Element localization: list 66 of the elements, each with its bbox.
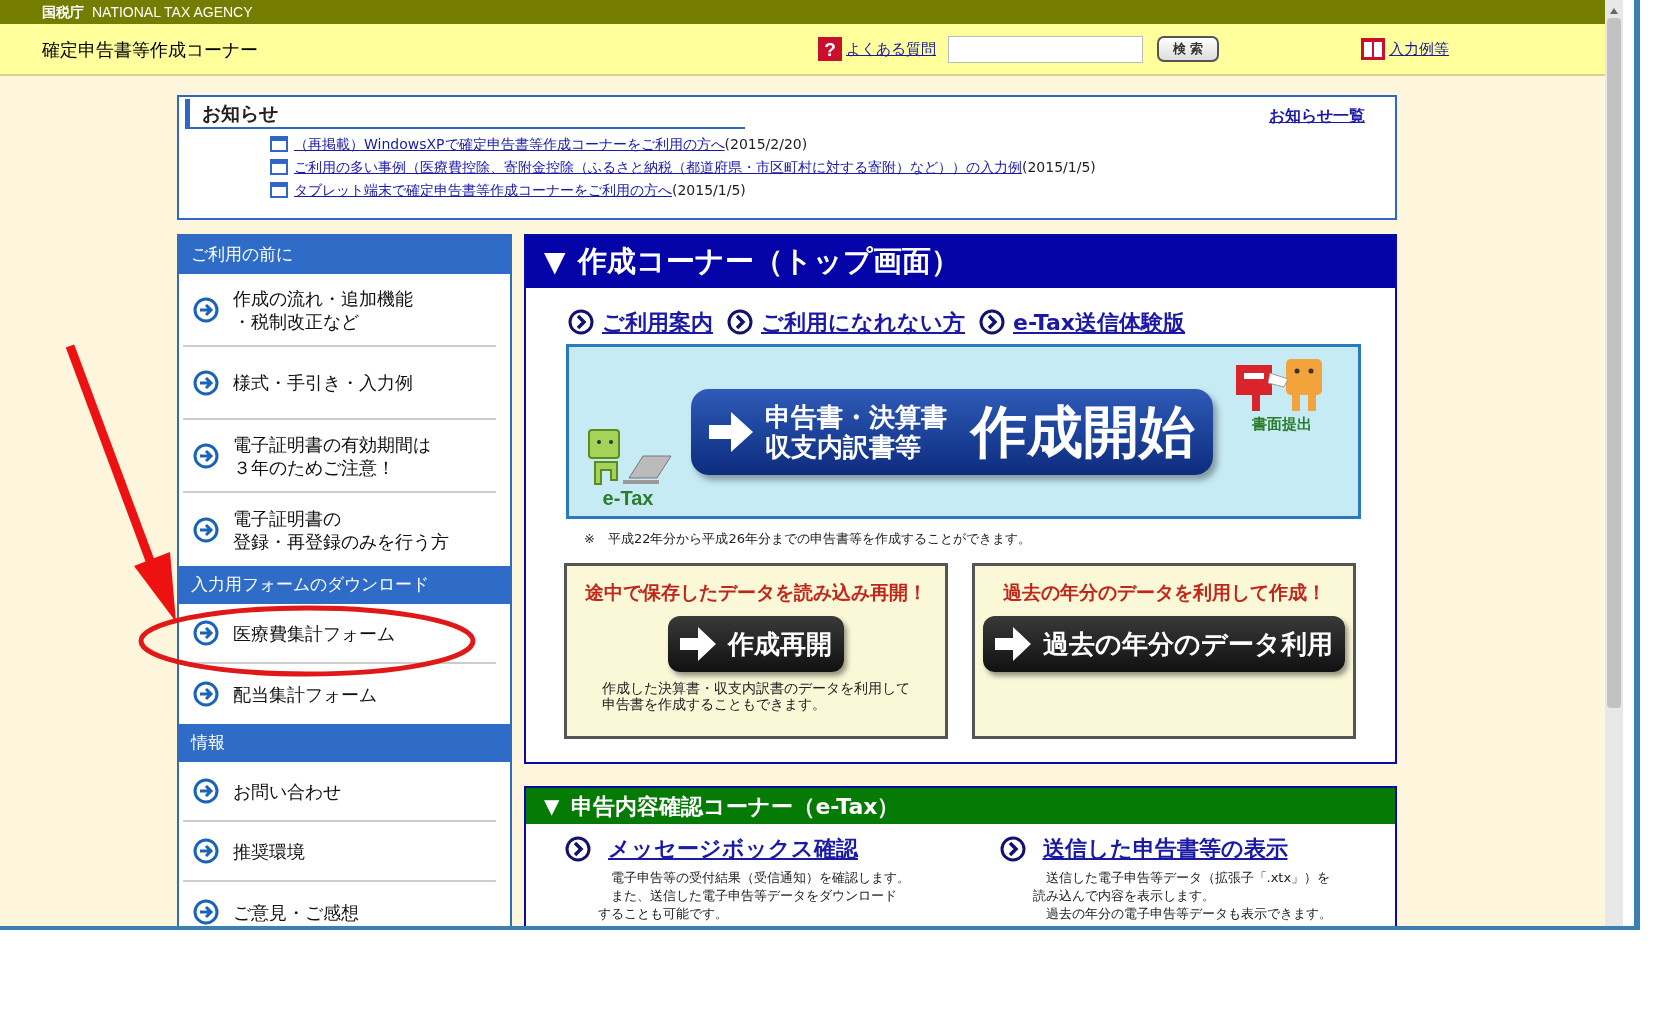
notices-all-link[interactable]: お知らせ一覧 [1269,104,1365,128]
notice-date: (2015/1/5) [672,181,746,199]
notice-date: (2015/2/20) [724,135,808,153]
confirm-description-line: 過去の年分の電子申告等データも表示できます。 [1044,905,1333,923]
confirm-link[interactable]: メッセージボックス確認 [608,832,858,865]
corner-link[interactable]: ご利用になれない方 [761,305,965,339]
agency-name-english: NATIONAL TAX AGENCY [92,2,253,22]
card-headline: 途中で保存したデータを読み込み再開！ [585,579,927,605]
sidebar-link[interactable]: 作成の流れ・追加機能 ・税制改正など [183,274,496,347]
confirm-panel-title: 申告内容確認コーナー（e-Tax） [571,792,900,821]
agency-name: 国税庁 [42,2,84,22]
create-panel-title: 作成コーナー（トップ画面） [577,243,960,281]
sidebar-section-heading: 情報 [179,724,510,762]
triangle-marker: ▼ [544,244,566,280]
sidebar-link[interactable]: 電子証明書の有効期間は ３年のためご注意！ [183,420,496,493]
sidebar-link[interactable]: 医療費集計フォーム [183,604,496,664]
notice-link[interactable]: タブレット端末で確定申告書等作成コーナーをご利用の方へ [294,181,672,199]
sidebar-link-text: 医療費集計フォーム [233,621,395,645]
notice-link[interactable]: ご利用の多い事例（医療費控除、寄附金控除（ふるさと納税（都道府県・市区町村に対する寄附）など））の入力例 [294,158,1022,176]
triangle-marker: ▼ [544,793,560,820]
sidebar-link[interactable]: お問い合わせ [183,762,496,822]
sidebar-link-text: お問い合わせ [233,779,341,803]
page-title: 確定申告書等作成コーナー [42,37,258,62]
sidebar-link-text: ・税制改正など [233,309,360,333]
years-note: ※ 平成22年分から平成26年分までの申告書等を作成することができます。 [583,530,1032,548]
banner-label-line: 収支内訳書等 [765,431,922,462]
corner-link[interactable]: ご利用案内 [602,305,713,339]
sidebar-link[interactable]: 配当集計フォーム [183,664,506,724]
confirm-link[interactable]: 送信した申告書等の表示 [1042,832,1288,865]
help-icon: ? [818,37,842,61]
sidebar-link-text: ご意見・ご感想 [233,900,359,924]
confirm-description-line: 電子申告等の受付結果（受信通知）を確認します。 [610,869,911,887]
card-headline: 過去の年分のデータを利用して作成！ [1002,579,1326,605]
examples-link[interactable]: 入力例等 [1389,37,1449,61]
search-button[interactable]: 検 索 [1157,36,1219,62]
sidebar-link-text: 登録・再登録のみを行う方 [233,529,449,553]
sidebar-link-text: 様式・手引き・入力例 [233,371,413,394]
sidebar-link[interactable]: 様式・手引き・入力例 [183,347,496,420]
etax-logo-text: e-Tax [602,488,654,508]
sidebar-link[interactable]: 推奨環境 [183,822,496,882]
corner-link[interactable]: e-Tax送信体験版 [1013,305,1186,339]
sidebar-section-heading: 入力用フォームのダウンロード [179,566,510,604]
paper-submission-caption: 書面提出 [1252,414,1312,435]
card-note-line: 申告書を作成することもできます。 [602,696,827,712]
card-note-line: 作成した決算書・収支内訳書のデータを利用して [602,680,910,696]
sidebar-link-text: 推奨環境 [233,839,305,863]
sidebar-link[interactable]: 電子証明書の 登録・再登録のみを行う方 [183,493,506,566]
sidebar-link-text: 電子証明書の [233,506,342,530]
sidebar-section-heading: ご利用の前に [179,236,510,274]
sidebar-link-text: 作成の流れ・追加機能 [233,286,413,310]
notice-link[interactable]: （再掲載）WindowsXPで確定申告書等作成コーナーをご利用の方へ [294,135,725,153]
faq-link[interactable]: よくある質問 [846,37,936,61]
sidebar-link-text: 電子証明書の有効期間は [233,432,431,456]
confirm-description-line: 送信した電子申告等データ（拡張子「.xtx」）を [1044,869,1332,887]
card-action-button[interactable]: 作成再開 [668,616,844,672]
banner-label-line: 申告書・決算書 [765,401,947,432]
notice-date: (2015/1/5) [1022,158,1096,176]
confirm-description-line: 読み込んで内容を表示します。 [1032,887,1216,905]
sidebar-link[interactable]: ご意見・ご感想 [183,882,506,926]
notices-heading: お知らせ [185,99,745,129]
confirm-description-line: することも可能です。 [598,905,729,923]
start-label: 作成開始 [971,397,1195,466]
confirm-description-line: また、送信した電子申告等データをダウンロード [610,887,898,905]
sidebar-link-text: 配当集計フォーム [233,682,377,706]
card-action-button[interactable]: 過去の年分のデータ利用 [983,616,1345,672]
sidebar-link-text: ３年のためご注意！ [233,455,396,479]
